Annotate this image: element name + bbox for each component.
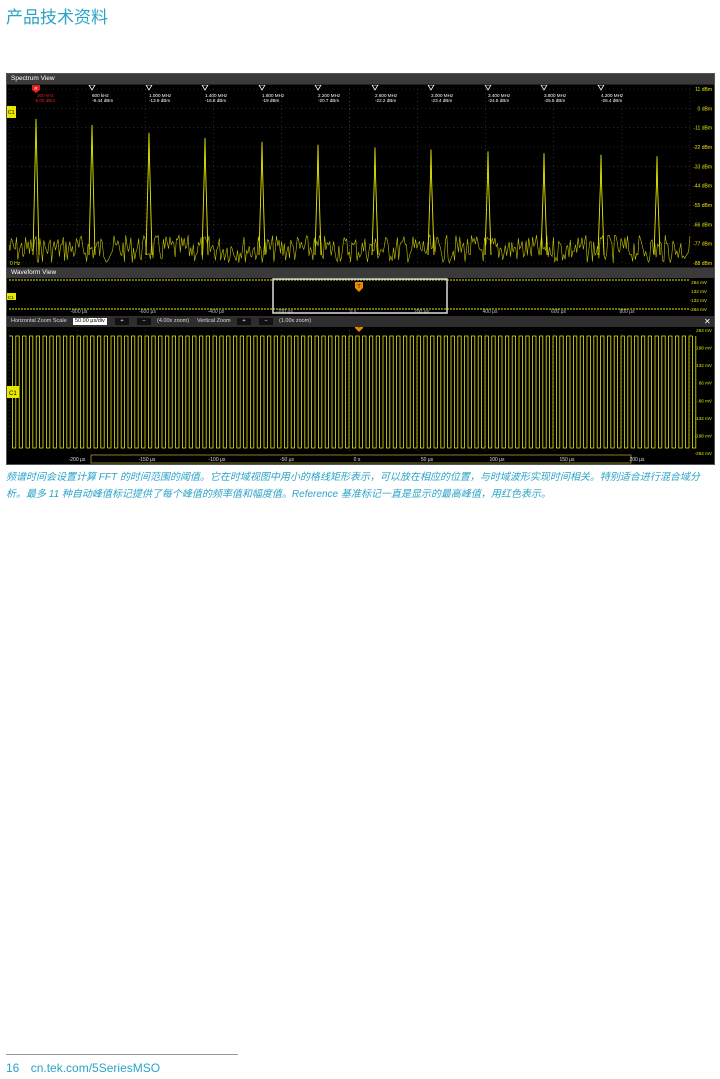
wave-y-tick-label: 264 mV — [696, 328, 713, 333]
spectrum-y-tick-label: -77 dBm — [693, 242, 712, 248]
spectrum-plot: 11 dBm 0 dBm -11 dBm -22 dBm -33 dBm -44 dBm -… — [7, 84, 712, 267]
overview-x-tick-label: -400 μs — [208, 309, 225, 315]
peak-marker-amp: -24.5 dBm — [488, 98, 509, 103]
wave-y-tick-label: -198 mV — [695, 433, 713, 438]
wave-x-tick-label: 150 μs — [559, 457, 575, 463]
spectrum-y-tick-label: -88 dBm — [693, 261, 712, 267]
wave-y-tick-label: -132 mV — [695, 416, 713, 421]
spectrum-peak — [314, 144, 322, 256]
square-wave-trace — [9, 335, 697, 449]
overview-x-tick-label: 800 μs — [619, 309, 635, 315]
overview-channel-label: C1 — [8, 295, 14, 300]
overview-y-tick-label: 264 mV — [691, 280, 708, 285]
x-axis-band — [90, 454, 632, 464]
peak-marker-amp: -19 dBm — [262, 98, 280, 103]
spectrum-y-tick-label: -55 dBm — [693, 203, 712, 209]
peak-marker-icon — [258, 84, 266, 91]
spectrum-peak — [145, 132, 153, 256]
zoom-toolbar: Horizontal Zoom Scale 50.00 μs/div + − (… — [7, 316, 714, 327]
page-header-title: 产品技术资料 — [6, 8, 108, 27]
wave-y-tick-label: -264 mV — [695, 451, 713, 456]
spectrum-peak — [653, 156, 661, 256]
wave-x-tick-label: -150 μs — [139, 457, 156, 463]
spectrum-peak — [32, 118, 40, 256]
wave-y-tick-label: 66 mV — [699, 381, 713, 386]
overview-y-tick-label: -132 mV — [690, 298, 708, 303]
waveform-plot: -800 μs -600 μs -400 μs -200 μs 0 s 200 μs 400… — [7, 278, 713, 464]
footer-url[interactable]: cn.tek.com/5SeriesMSO — [31, 1061, 160, 1075]
horizontal-zoom-in-button[interactable]: + — [115, 318, 129, 325]
spectrum-peak — [484, 151, 492, 256]
spectrum-x-start-label: 0 Hz — [10, 261, 21, 267]
wave-x-tick-label: -200 μs — [69, 457, 86, 463]
page-number: 16 — [6, 1061, 20, 1075]
peak-marker-amp: -25.5 dBm — [544, 98, 565, 103]
peak-marker-icon — [145, 84, 153, 91]
vertical-zoom-factor: (1.00x zoom) — [279, 318, 312, 324]
wave-channel-label: C1 — [9, 391, 17, 397]
spectrum-peak — [427, 149, 435, 256]
spectrum-plot-area: 11 dBm 0 dBm -11 dBm -22 dBm -33 dBm -44 dBm -… — [7, 84, 714, 267]
overview-y-tick-label: 132 mV — [691, 289, 708, 294]
peak-marker-amp: -13.9 dBm — [149, 98, 170, 103]
peak-marker-amp: -20.7 dBm — [318, 98, 339, 103]
spectrum-y-tick-label: 11 dBm — [695, 87, 712, 93]
vertical-zoom-out-button[interactable]: − — [259, 318, 273, 325]
peak-marker-amp: -26.4 dBm — [601, 98, 622, 103]
overview-y-tick-label: -264 mV — [690, 307, 708, 312]
overview-x-tick-label: -600 μs — [139, 309, 156, 315]
footer: 16 cn.tek.com/5SeriesMSO — [6, 1061, 160, 1075]
overview-x-tick-label: 600 μs — [551, 309, 567, 315]
spectrum-y-tick-label: -44 dBm — [693, 184, 712, 190]
overview-x-tick-label: 400 μs — [482, 309, 498, 315]
wave-x-tick-label: 200 μs — [629, 457, 645, 463]
spectrum-peak — [88, 124, 96, 256]
vertical-zoom-label: Vertical Zoom — [197, 318, 231, 324]
overview-x-tick-label: -800 μs — [71, 309, 88, 315]
wave-x-tick-label: -50 μs — [280, 457, 294, 463]
spectrum-peak — [540, 153, 548, 256]
reference-marker-amp: -6.00 dBm — [34, 98, 55, 103]
wave-x-tick-label: 0 s — [354, 457, 361, 463]
wave-y-tick-label: -66 mV — [697, 398, 713, 403]
overview-x-tick-label: 0 s — [350, 309, 357, 315]
horizontal-zoom-factor: (4.00x zoom) — [157, 318, 190, 324]
horizontal-zoom-out-button[interactable]: − — [137, 318, 151, 325]
overview-x-tick-label: -200 μs — [276, 309, 293, 315]
horizontal-zoom-scale-input[interactable]: 50.00 μs/div — [73, 318, 107, 325]
overview-x-tick-label: 200 μs — [414, 309, 430, 315]
spectrum-y-tick-label: -22 dBm — [693, 145, 712, 151]
peak-marker-amp: -16.8 dBm — [205, 98, 226, 103]
wave-x-tick-label: 100 μs — [489, 457, 505, 463]
peak-marker-icon — [314, 84, 322, 91]
figure-caption: 频谱时间会设置计算 FFT 的时间范围的阈值。它在时域视图中用小的格线矩形表示，… — [6, 472, 700, 500]
peak-marker-amp: -23.4 dBm — [431, 98, 452, 103]
peak-marker-icon — [597, 84, 605, 91]
peak-marker-amp: -22.2 dBm — [375, 98, 396, 103]
peak-marker-icon — [201, 84, 209, 91]
peak-marker-amp: -9.44 dBm — [92, 98, 113, 103]
overview-trigger-label: T — [357, 284, 360, 290]
horizontal-zoom-label: Horizontal Zoom Scale — [11, 318, 67, 324]
waveform-plot-area: -800 μs -600 μs -400 μs -200 μs 0 s 200 μs 400… — [7, 278, 714, 464]
spectrum-view-title: Spectrum View — [7, 74, 714, 84]
oscilloscope-screenshot: Spectrum View 11 dBm 0 dBm -11 dBm -22 dBm -… — [6, 73, 715, 465]
vertical-zoom-in-button[interactable]: + — [237, 318, 251, 325]
spectrum-y-tick-label: -66 dBm — [693, 222, 712, 228]
wave-y-tick-label: 132 mV — [696, 363, 713, 368]
close-zoom-icon[interactable]: ✕ — [704, 316, 711, 327]
wave-y-tick-label: 198 mV — [696, 346, 713, 351]
spectrum-channel-label: C1 — [8, 110, 15, 116]
footer-divider — [6, 1054, 238, 1055]
spectrum-y-tick-label: -33 dBm — [693, 164, 712, 170]
wave-x-tick-label: 50 μs — [421, 457, 434, 463]
spectrum-peak — [258, 141, 266, 256]
waveform-view-title: Waveform View — [7, 268, 714, 278]
wave-x-tick-label: -100 μs — [209, 457, 226, 463]
spectrum-y-tick-label: 0 dBm — [698, 106, 712, 112]
spectrum-y-tick-label: -11 dBm — [693, 126, 712, 132]
